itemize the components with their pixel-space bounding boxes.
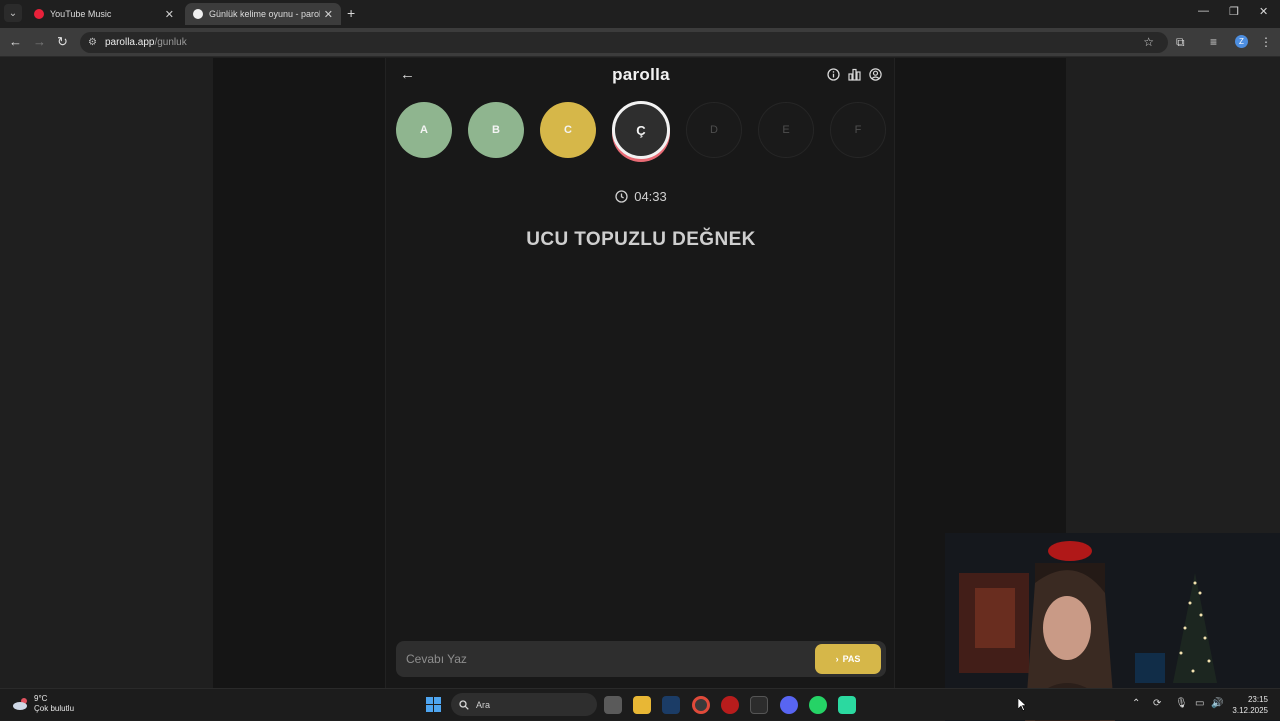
cloud-icon	[13, 698, 27, 710]
search-icon	[459, 699, 469, 710]
app-icon[interactable]	[838, 696, 856, 714]
page-viewport: ← parolla A B C Ç D E F 04:33 UCU TOPUZL…	[0, 58, 1280, 721]
clock-date: 3.12.2025	[1232, 706, 1268, 715]
game-panel: ← parolla A B C Ç D E F 04:33 UCU TOPUZL…	[385, 58, 895, 688]
reload-icon[interactable]: ↻	[57, 34, 68, 50]
tab-title: Günlük kelime oyunu - parolla	[209, 9, 320, 19]
terminal-icon[interactable]	[750, 696, 768, 714]
answer-input[interactable]	[406, 641, 796, 677]
letter-f: F	[830, 102, 886, 158]
tab-search-button[interactable]: ⌄	[4, 4, 22, 22]
clock[interactable]: 23:15 3.12.2025	[1232, 694, 1268, 716]
user-icon[interactable]	[869, 68, 882, 81]
restore-icon[interactable]: ❐	[1229, 5, 1239, 18]
extensions-icon[interactable]: ⧉	[1176, 35, 1185, 49]
bookmark-star-icon[interactable]: ☆	[1143, 35, 1154, 49]
chevron-right-icon: ›	[835, 654, 839, 664]
app-logo: parolla	[612, 65, 670, 84]
site-settings-icon[interactable]: ⚙	[88, 37, 97, 48]
pass-button[interactable]: › PAS	[815, 644, 881, 674]
forward-icon[interactable]: →	[33, 34, 46, 50]
header-icons	[827, 68, 882, 81]
letter-wheel: A B C Ç D E F	[396, 101, 886, 159]
media-controls-icon[interactable]: ≡	[1210, 35, 1217, 49]
close-icon[interactable]: ✕	[165, 8, 174, 21]
tab-parolla[interactable]: Günlük kelime oyunu - parolla ✕	[185, 3, 341, 25]
steam-icon[interactable]	[662, 696, 680, 714]
parolla-icon	[193, 9, 203, 19]
letter-c: C	[540, 102, 596, 158]
back-icon[interactable]: ←	[9, 34, 22, 50]
sync-icon[interactable]: ⟳	[1153, 698, 1161, 710]
microphone-icon[interactable]: 🎙	[1175, 698, 1188, 710]
pass-label: PAS	[842, 654, 861, 664]
mouse-cursor-icon	[1018, 698, 1026, 711]
stats-icon[interactable]	[848, 68, 861, 81]
letter-b: B	[468, 102, 524, 158]
timer: 04:33	[386, 189, 896, 204]
minimize-icon[interactable]: —	[1198, 5, 1209, 17]
new-tab-button[interactable]: +	[347, 5, 355, 21]
letter-c-cedilla: Ç	[612, 101, 670, 159]
search-label: Ara	[476, 699, 491, 710]
app-icon[interactable]	[721, 696, 739, 714]
tab-strip: ⌄ YouTube Music ✕ Günlük kelime oyunu - …	[0, 0, 1280, 28]
tab-youtube-music[interactable]: YouTube Music ✕	[26, 3, 182, 25]
url-host: parolla.app	[104, 37, 155, 48]
profile-avatar[interactable]: Z	[1235, 35, 1248, 48]
browser-toolbar: ← → ↻ ⚙ parolla.app /gunluk ☆ ⧉ ≡ ⋮	[0, 28, 1280, 57]
chevron-up-icon[interactable]: ⌃	[1132, 698, 1140, 710]
clock-time: 23:15	[1247, 695, 1268, 704]
tab-title: YouTube Music	[50, 9, 112, 19]
weather-widget[interactable]: 9°C Çok bulutlu	[12, 694, 74, 714]
close-window-icon[interactable]: ✕	[1259, 5, 1268, 18]
weather-desc: Çok bulutlu	[34, 704, 75, 713]
volume-icon[interactable]: 🔊	[1211, 698, 1223, 710]
windows-start-icon[interactable]	[426, 697, 441, 712]
letter-d: D	[686, 102, 742, 158]
discord-icon[interactable]	[780, 696, 798, 714]
file-explorer-icon[interactable]	[633, 696, 651, 714]
chrome-icon[interactable]	[692, 696, 710, 714]
question-text: UCU TOPUZLU DEĞNEK	[526, 229, 756, 250]
clock-icon	[615, 190, 628, 203]
network-icon[interactable]: ▭	[1195, 698, 1204, 710]
youtube-music-icon	[34, 9, 44, 19]
task-view-icon[interactable]	[604, 696, 622, 714]
answer-bar: › PAS	[396, 641, 886, 677]
close-icon[interactable]: ✕	[324, 8, 333, 21]
weather-temp: 9°C	[34, 694, 48, 703]
info-icon[interactable]	[827, 68, 840, 81]
url-path: /gunluk	[154, 37, 187, 48]
whatsapp-icon[interactable]	[809, 696, 827, 714]
menu-icon[interactable]: ⋮	[1260, 35, 1272, 49]
letter-a: A	[396, 102, 452, 158]
letter-e: E	[758, 102, 814, 158]
timer-value: 04:33	[634, 189, 667, 204]
taskbar: 9°C Çok bulutlu Ara ⌃ ⟳ 🎙 ▭ 🔊 23:15 3.12…	[0, 688, 1280, 720]
address-bar[interactable]: ⚙ parolla.app /gunluk ☆	[80, 32, 1168, 53]
taskbar-search[interactable]: Ara	[451, 693, 597, 716]
